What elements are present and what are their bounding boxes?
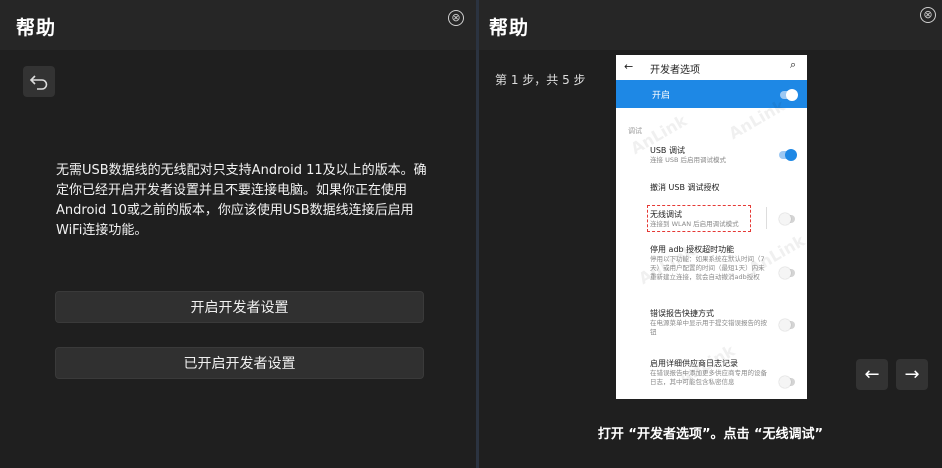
search-icon: ⌕ [790, 58, 797, 71]
arrow-left-icon[interactable]: ← [856, 359, 888, 390]
setting-title: 错误报告快捷方式 [650, 309, 714, 318]
close-icon[interactable]: ⊗ [920, 7, 936, 23]
dialog-titlebar: 帮助 ⊗ [0, 0, 476, 50]
undo-arrow-icon [29, 74, 48, 90]
setting-title: 无线调试 [650, 210, 682, 219]
toggle-switch-off [779, 319, 795, 331]
phone-screenshot: ← 开发者选项 ⌕ 开启 调试 USB 调试 连接 USB 后启用调试模式 撤消… [616, 55, 807, 399]
toggle-switch-off [779, 376, 795, 388]
setting-subtitle: 连接到 WLAN 后启用调试模式 [650, 220, 739, 228]
wireless-pairing-description: 无需USB数据线的无线配对只支持Android 11及以上的版本。确定你已经开启… [56, 163, 427, 238]
back-button[interactable] [23, 66, 55, 97]
setting-subtitle: 连接 USB 后启用调试模式 [650, 156, 726, 164]
setting-subtitle: 在电源菜单中显示用于提交错误报告的按钮 [650, 319, 767, 336]
dialog-title: 帮助 [489, 17, 530, 39]
help-dialog-left: 帮助 ⊗ 无需USB数据线的无线配对只支持Android 11及以上的版本。确定… [0, 0, 476, 468]
setting-title: 撤消 USB 调试授权 [650, 183, 720, 192]
step-caption: 打开 “开发者选项”。点击 “无线调试” [597, 427, 824, 442]
phone-header-title: 开发者选项 [650, 65, 700, 76]
open-developer-settings-button[interactable]: 开启开发者设置 [55, 291, 424, 323]
dialog-title: 帮助 [16, 17, 57, 39]
dialog-titlebar: 帮助 ⊗ [479, 0, 942, 50]
help-dialog-right: 帮助 ⊗ 第 1 步，共 5 步 ← 开发者选项 ⌕ 开启 调试 USB 调试 … [479, 0, 942, 468]
step-indicator: 第 1 步，共 5 步 [495, 73, 586, 87]
toggle-switch-off [779, 267, 795, 279]
back-arrow-icon: ← [624, 60, 634, 73]
toggle-switch-on [779, 149, 797, 161]
toggle-switch-off [779, 213, 795, 225]
arrow-right-icon[interactable]: → [896, 359, 928, 390]
toggle-switch-on [780, 89, 798, 101]
toggle-label: 开启 [652, 91, 671, 101]
close-icon[interactable]: ⊗ [448, 10, 464, 26]
developer-settings-enabled-button[interactable]: 已开启开发者设置 [55, 347, 424, 379]
phone-header: ← 开发者选项 ⌕ [616, 55, 807, 80]
app-window: 帮助 ⊗ 无需USB数据线的无线配对只支持Android 11及以上的版本。确定… [0, 0, 942, 468]
